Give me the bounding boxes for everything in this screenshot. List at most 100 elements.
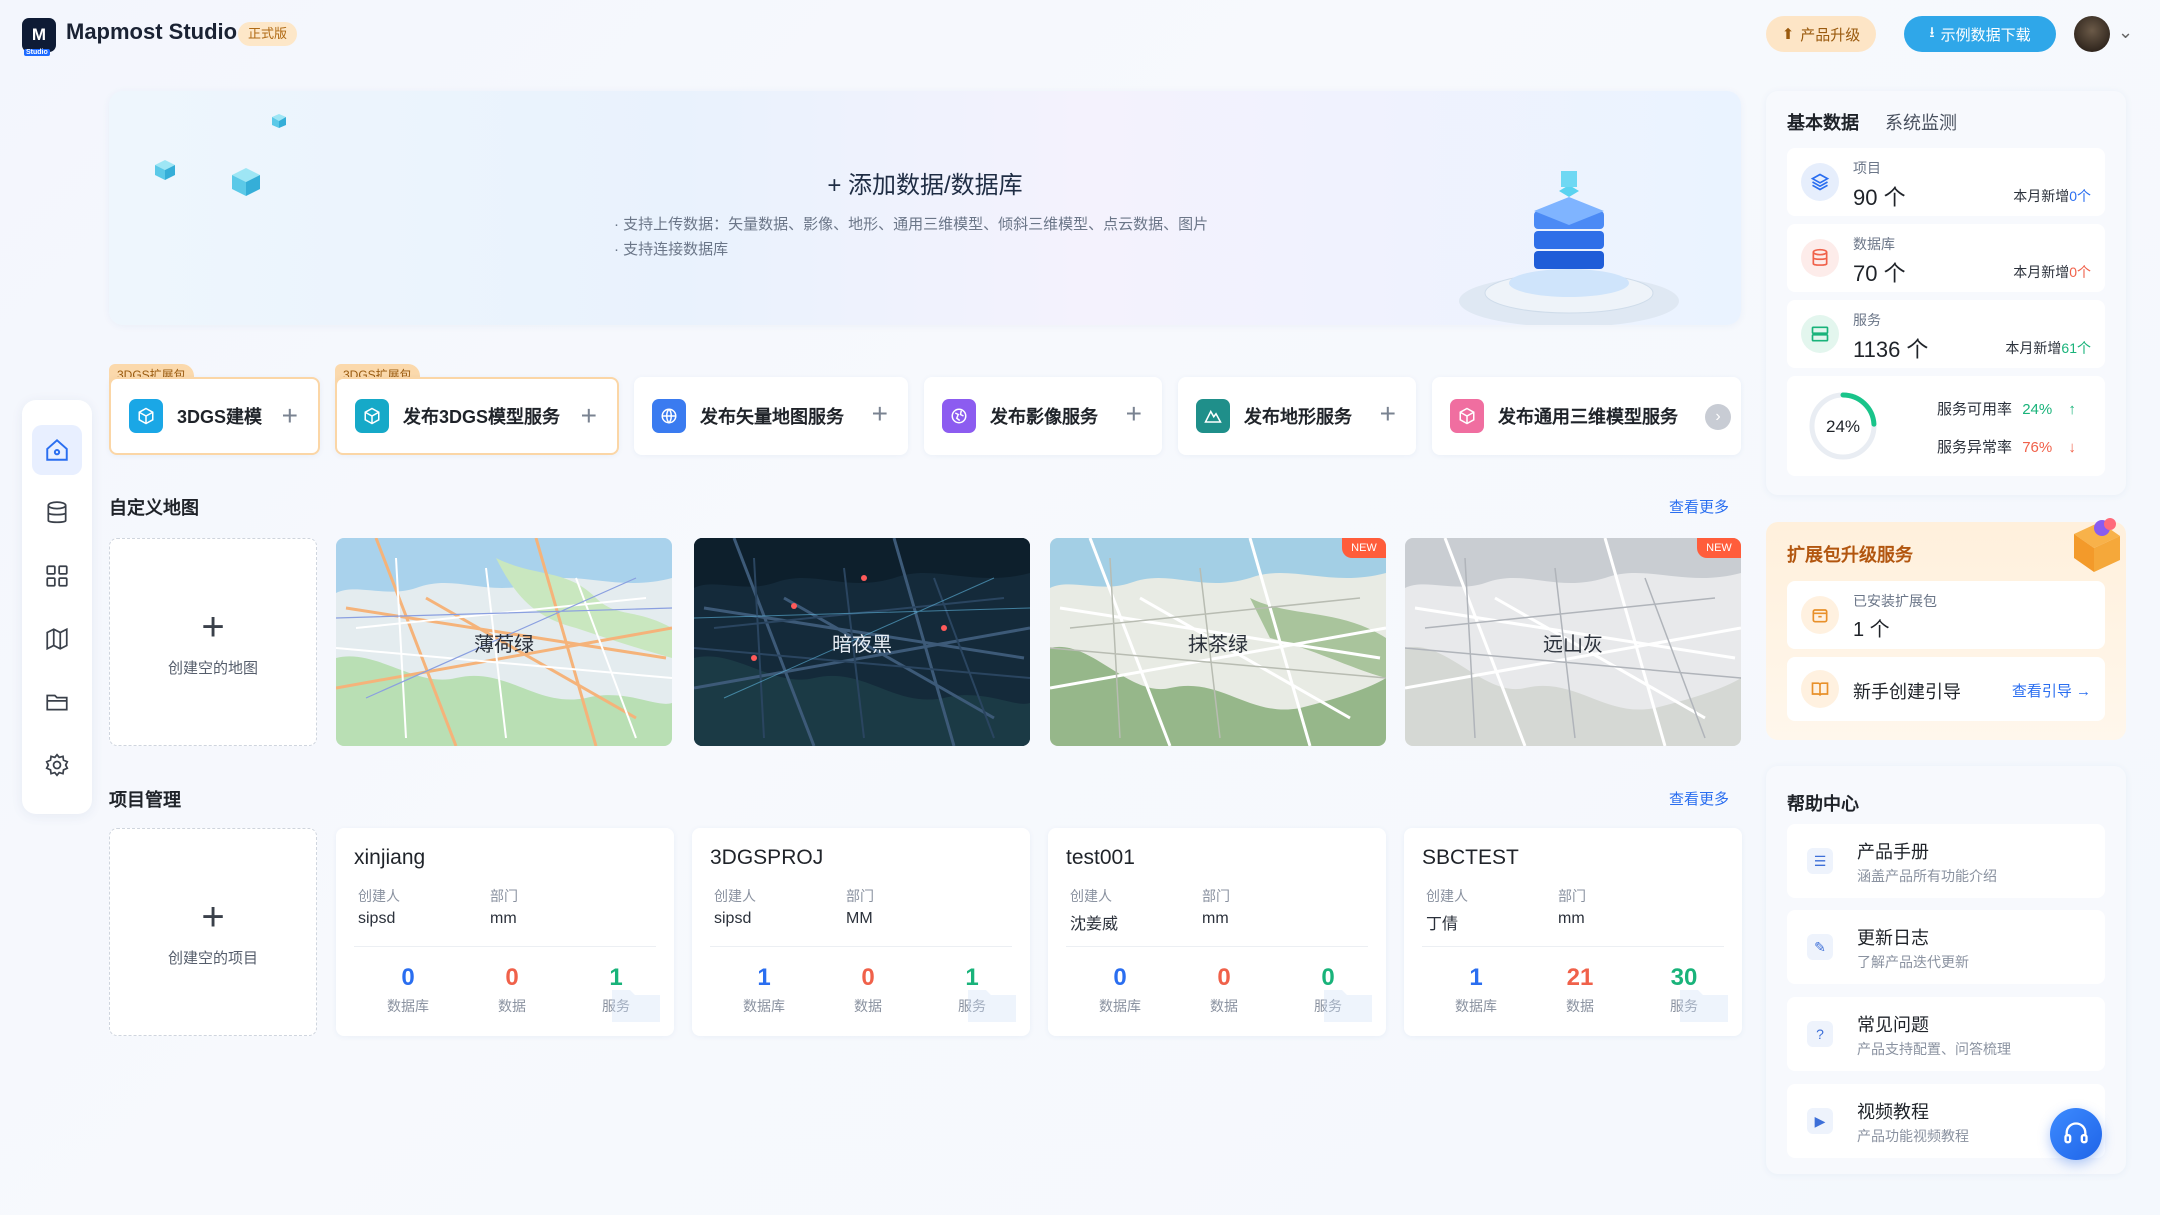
logo-sub: Studio	[24, 49, 50, 56]
project-card[interactable]: xinjiang创建人部门sipsdmm0数据库0数据1服务	[336, 828, 674, 1036]
map-name: 抹茶绿	[1188, 634, 1248, 656]
service-card-imagery[interactable]: 发布影像服务 +	[924, 377, 1162, 455]
create-project-card[interactable]: + 创建空的项目	[109, 828, 317, 1036]
avatar[interactable]	[2074, 16, 2110, 52]
view-guide-link[interactable]: 查看引导 →	[2012, 680, 2091, 701]
sample-download-button[interactable]: ⭳ 示例数据下载	[1904, 16, 2056, 52]
metric-label: 数据库	[1853, 236, 1895, 252]
left-sidebar	[22, 400, 92, 814]
app-title: Mapmost Studio	[66, 19, 238, 44]
see-more-projects-link[interactable]: 查看更多	[1669, 788, 1729, 809]
service-label: 发布地形服务	[1244, 407, 1352, 427]
chevron-down-icon[interactable]: ⌄	[2118, 22, 2133, 43]
divider	[710, 946, 1012, 947]
help-item-title: 更新日志	[1857, 928, 1929, 948]
banner-line-2: · 支持连接数据库	[614, 241, 729, 258]
headset-icon	[2064, 1122, 2088, 1144]
help-item-title: 产品手册	[1857, 842, 1929, 862]
create-map-card[interactable]: + 创建空的地图	[109, 538, 317, 746]
creator-label: 创建人	[714, 888, 756, 904]
map-card-night[interactable]: 暗夜黑	[694, 538, 1030, 746]
video-icon: ▶	[1807, 1108, 1833, 1134]
earth-icon	[942, 399, 976, 433]
project-stat-label: 数据	[1566, 998, 1594, 1014]
database-icon	[1801, 239, 1839, 277]
metric-value: 70 个	[1853, 261, 1906, 286]
server-icon	[1801, 315, 1839, 353]
project-card[interactable]: SBCTEST创建人部门丁倩mm1数据库21数据30服务	[1404, 828, 1742, 1036]
folder-deco-icon	[1324, 990, 1372, 1022]
sidebar-item-settings[interactable]	[32, 740, 82, 790]
dept-value: MM	[846, 910, 873, 927]
metric-monthly-new: 本月新增0个	[2013, 188, 2091, 204]
tab-system-monitor[interactable]: 系统监测	[1885, 109, 1957, 135]
installed-package-card[interactable]: 已安装扩展包 1 个	[1787, 581, 2105, 649]
project-stat-value: 1	[757, 964, 771, 991]
project-stat-label: 数据库	[1099, 998, 1141, 1014]
map-card-mint[interactable]: 薄荷绿	[336, 538, 672, 746]
service-rate-card: 24% 服务可用率 24% ↑ 服务异常率 76% ↓	[1787, 376, 2105, 476]
create-project-label: 创建空的项目	[167, 949, 258, 967]
plus-icon[interactable]: +	[581, 401, 597, 431]
terrain-icon	[1196, 399, 1230, 433]
project-name: test001	[1066, 846, 1135, 869]
plus-icon: +	[201, 604, 225, 649]
project-stat-label: 数据库	[1455, 998, 1497, 1014]
service-card-publish-3dgs[interactable]: 发布3DGS模型服务 +	[335, 377, 619, 455]
add-data-banner[interactable]: + 添加数据/数据库 · 支持上传数据：矢量数据、影像、地形、通用三维模型、倾斜…	[109, 91, 1741, 325]
sidebar-item-projects[interactable]	[32, 677, 82, 727]
project-name: 3DGSPROJ	[710, 846, 824, 869]
customer-service-button[interactable]	[2050, 1108, 2102, 1160]
divider	[1066, 946, 1368, 947]
plus-icon[interactable]: +	[1126, 399, 1142, 429]
layers-icon	[1801, 163, 1839, 201]
sidebar-item-home[interactable]	[32, 425, 82, 475]
sidebar-item-maps[interactable]	[32, 614, 82, 664]
scroll-right-button[interactable]: ›	[1705, 404, 1731, 430]
app-logo[interactable]: M Studio	[22, 18, 56, 56]
guide-card[interactable]: 新手创建引导 查看引导 →	[1787, 657, 2105, 721]
plus-icon[interactable]: +	[872, 399, 888, 429]
folder-icon	[46, 694, 68, 711]
create-map-label: 创建空的地图	[167, 659, 258, 677]
upgrade-button[interactable]: ⬆ 产品升级	[1766, 16, 1876, 52]
metric-label: 项目	[1853, 160, 1881, 176]
plus-icon[interactable]: +	[282, 401, 298, 431]
help-item-faq[interactable]: ? 常见问题 产品支持配置、问答梳理	[1787, 997, 2105, 1071]
service-card-vector-map[interactable]: 发布矢量地图服务 +	[634, 377, 908, 455]
service-card-terrain[interactable]: 发布地形服务 +	[1178, 377, 1416, 455]
service-card-3dgs-modeling[interactable]: 3DGS建模 +	[109, 377, 320, 455]
map-card-mountain-gray[interactable]: 远山灰 NEW	[1405, 538, 1741, 746]
metric-monthly-new: 本月新增61个	[2005, 340, 2091, 356]
help-item-changelog[interactable]: ✎ 更新日志 了解产品迭代更新	[1787, 910, 2105, 984]
upgrade-label: 产品升级	[1800, 26, 1861, 44]
service-label: 发布3DGS模型服务	[403, 407, 561, 427]
service-card-3d-model[interactable]: 发布通用三维模型服务	[1432, 377, 1741, 455]
plus-icon[interactable]: +	[1380, 399, 1396, 429]
project-card[interactable]: test001创建人部门沈姜威mm0数据库0数据0服务	[1048, 828, 1386, 1036]
sidebar-item-database[interactable]	[32, 488, 82, 538]
guide-label: 新手创建引导	[1853, 682, 1961, 702]
project-stat-label: 数据	[498, 998, 526, 1014]
creator-value: sipsd	[358, 910, 396, 927]
map-card-matcha[interactable]: 抹茶绿 NEW	[1050, 538, 1386, 746]
changelog-icon: ✎	[1807, 934, 1833, 960]
tab-basic-data[interactable]: 基本数据	[1787, 109, 1859, 135]
gear-icon	[45, 753, 69, 777]
see-more-maps-link[interactable]: 查看更多	[1669, 496, 1729, 517]
gauge-value: 24%	[1826, 417, 1860, 436]
project-stat-label: 数据	[1210, 998, 1238, 1014]
dept-label: 部门	[1202, 888, 1230, 904]
project-stat-label: 数据库	[387, 998, 429, 1014]
metric-card-databases: 数据库 70 个 本月新增0个	[1787, 224, 2105, 292]
project-stat-value: 0	[861, 964, 875, 991]
project-name: xinjiang	[354, 846, 426, 869]
sidebar-item-apps[interactable]	[32, 551, 82, 601]
project-stat-value: 0	[1113, 964, 1127, 991]
metric-card-services: 服务 1136 个 本月新增61个	[1787, 300, 2105, 368]
metric-value: 1136 个	[1853, 337, 1929, 362]
project-card[interactable]: 3DGSPROJ创建人部门sipsdMM1数据库0数据1服务	[692, 828, 1030, 1036]
help-item-manual[interactable]: ☰ 产品手册 涵盖产品所有功能介绍	[1787, 824, 2105, 898]
help-item-sub: 产品功能视频教程	[1857, 1128, 1969, 1144]
dept-value: mm	[1202, 910, 1229, 927]
